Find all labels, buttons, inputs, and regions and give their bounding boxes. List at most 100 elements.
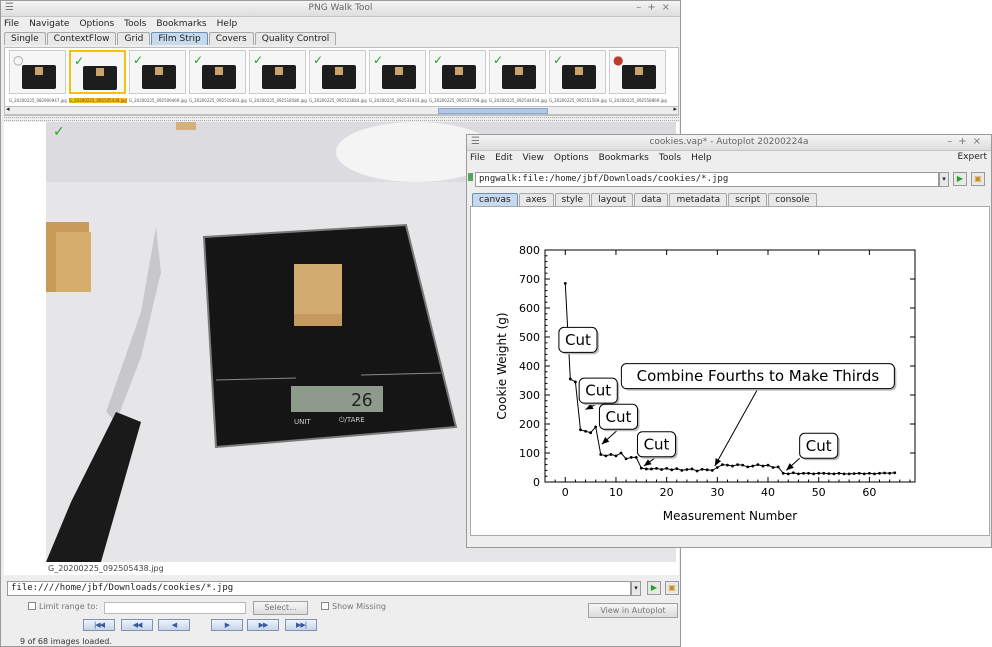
- tab-data[interactable]: data: [634, 193, 669, 206]
- y-tick-label: 700: [519, 273, 540, 286]
- film-strip-thumbnail[interactable]: ✓: [69, 50, 126, 94]
- film-strip-thumbnail[interactable]: ✓: [249, 50, 306, 94]
- path-combo[interactable]: file:////home/jbf/Downloads/cookies/*.jp…: [7, 581, 631, 596]
- y-tick-label: 0: [533, 476, 540, 489]
- film-strip-thumbnail[interactable]: ✓: [489, 50, 546, 94]
- data-point: [827, 472, 831, 475]
- plot-canvas[interactable]: 0 10 20 30 40 50 600100200300400500600700800Me…: [471, 207, 989, 535]
- data-point: [832, 472, 836, 476]
- film-strip-scrollbar[interactable]: ◂ ▸: [4, 105, 679, 115]
- autoplot-menu-view[interactable]: View: [523, 153, 544, 163]
- thumbnail-label: G_20200225_092531933.jpg: [369, 98, 427, 103]
- data-point: [786, 472, 790, 476]
- pngwalk-menu-bookmarks[interactable]: Bookmarks: [156, 19, 206, 29]
- unchecked-icon: ○: [13, 53, 24, 67]
- tab-contextflow[interactable]: ContextFlow: [46, 32, 117, 45]
- tab-grid[interactable]: Grid: [117, 32, 151, 45]
- page-forward-button[interactable]: ▶▶: [247, 619, 279, 631]
- tab-single[interactable]: Single: [4, 32, 46, 45]
- data-point: [695, 469, 699, 473]
- pngwalk-view-tabs: Single ContextFlow Grid Film Strip Covers Qua…: [1, 31, 680, 45]
- autoplot-menu-bookmarks[interactable]: Bookmarks: [599, 153, 649, 163]
- y-axis-label: Cookie Weight (g): [495, 312, 509, 419]
- next-button[interactable]: ▶: [211, 619, 243, 631]
- y-tick-label: 500: [519, 331, 540, 344]
- tab-script[interactable]: script: [728, 193, 768, 206]
- pngwalk-menu-tools[interactable]: Tools: [124, 19, 146, 29]
- limit-range-checkbox[interactable]: [28, 602, 36, 610]
- pngwalk-menu-file[interactable]: File: [4, 19, 19, 29]
- tab-quality-control[interactable]: Quality Control: [254, 32, 337, 45]
- film-strip-thumbnail[interactable]: ✓: [429, 50, 486, 94]
- show-missing-checkbox[interactable]: [321, 602, 329, 610]
- pngwalk-menu-help[interactable]: Help: [217, 19, 238, 29]
- scroll-right-icon[interactable]: ▸: [673, 105, 677, 113]
- page-back-button[interactable]: ◀◀: [121, 619, 153, 631]
- data-point: [746, 465, 750, 469]
- add-icon[interactable]: [468, 173, 473, 181]
- film-strip-thumbnail[interactable]: ✓: [189, 50, 246, 94]
- data-point: [655, 466, 658, 470]
- film-strip-thumbnail[interactable]: ●: [609, 50, 666, 94]
- autoplot-menu-edit[interactable]: Edit: [495, 153, 512, 163]
- first-button[interactable]: |◀◀: [83, 619, 115, 631]
- data-point: [807, 471, 810, 475]
- tab-console[interactable]: console: [768, 193, 817, 206]
- data-point: [568, 377, 572, 381]
- data-point: [715, 466, 719, 469]
- quality-check-icon: ✓: [53, 124, 65, 140]
- data-point: [563, 281, 567, 285]
- open-folder-button[interactable]: ▣: [971, 172, 985, 186]
- autoplot-menu-tools[interactable]: Tools: [659, 153, 681, 163]
- go-button[interactable]: ▶: [953, 172, 967, 186]
- data-point: [847, 472, 851, 476]
- path-dropdown-arrow[interactable]: ▾: [631, 581, 641, 596]
- annotation-text: Cut: [806, 437, 832, 455]
- data-point: [852, 472, 856, 475]
- tab-style[interactable]: style: [554, 193, 591, 206]
- scrollbar-thumb[interactable]: [438, 108, 548, 114]
- tab-axes[interactable]: axes: [518, 193, 554, 206]
- autoplot-menu-file[interactable]: File: [470, 153, 485, 163]
- data-point: [619, 451, 623, 455]
- film-strip-thumbnail[interactable]: ✓: [549, 50, 606, 94]
- thumbnail-label: G_20200225_092505438.jpg: [69, 98, 127, 103]
- scroll-left-icon[interactable]: ◂: [6, 105, 10, 113]
- data-point: [589, 431, 593, 435]
- film-strip-thumbnail[interactable]: ✓: [129, 50, 186, 94]
- window-controls[interactable]: –+×: [636, 2, 676, 13]
- uri-combo[interactable]: pngwalk:file:/home/jbf/Downloads/cookies…: [475, 172, 939, 187]
- annotation-text: Combine Fourths to Make Thirds: [637, 367, 880, 385]
- film-strip-thumbnail[interactable]: ✓: [309, 50, 366, 94]
- prev-button[interactable]: ◀: [158, 619, 190, 631]
- autoplot-menubar: File Edit View Options Bookmarks Tools Help: [467, 151, 991, 165]
- film-strip-thumbnail[interactable]: ○: [9, 50, 66, 94]
- data-point: [761, 464, 765, 468]
- limit-range-input[interactable]: [104, 602, 246, 614]
- data-point: [584, 429, 587, 433]
- go-button[interactable]: ▶: [647, 581, 661, 595]
- autoplot-menu-options[interactable]: Options: [554, 153, 589, 163]
- autoplot-tabs: canvas axes style layout data metadata script c…: [469, 192, 818, 206]
- check-icon: ✓: [493, 53, 504, 67]
- select-button[interactable]: Select...: [253, 601, 308, 615]
- data-point: [710, 469, 714, 472]
- tab-canvas[interactable]: canvas: [472, 193, 518, 206]
- tab-covers[interactable]: Covers: [208, 32, 254, 45]
- autoplot-menu-help[interactable]: Help: [691, 153, 712, 163]
- view-in-autoplot-button[interactable]: View in Autoplot: [588, 603, 678, 618]
- expert-menu[interactable]: Expert: [958, 152, 988, 162]
- open-folder-button[interactable]: ▣: [665, 581, 679, 595]
- pngwalk-menu-navigate[interactable]: Navigate: [29, 19, 69, 29]
- window-controls[interactable]: –+×: [947, 136, 987, 147]
- film-strip-thumbnail[interactable]: ✓: [369, 50, 426, 94]
- last-button[interactable]: ▶▶|: [285, 619, 317, 631]
- data-point: [776, 465, 780, 469]
- splitter[interactable]: [4, 117, 679, 121]
- tab-film-strip[interactable]: Film Strip: [151, 32, 208, 45]
- tab-metadata[interactable]: metadata: [669, 193, 728, 206]
- tab-layout[interactable]: layout: [591, 193, 634, 206]
- pngwalk-menu-options[interactable]: Options: [79, 19, 114, 29]
- uri-dropdown-arrow[interactable]: ▾: [939, 172, 949, 187]
- pngwalk-menubar: File Navigate Options Tools Bookmarks Help: [1, 17, 680, 31]
